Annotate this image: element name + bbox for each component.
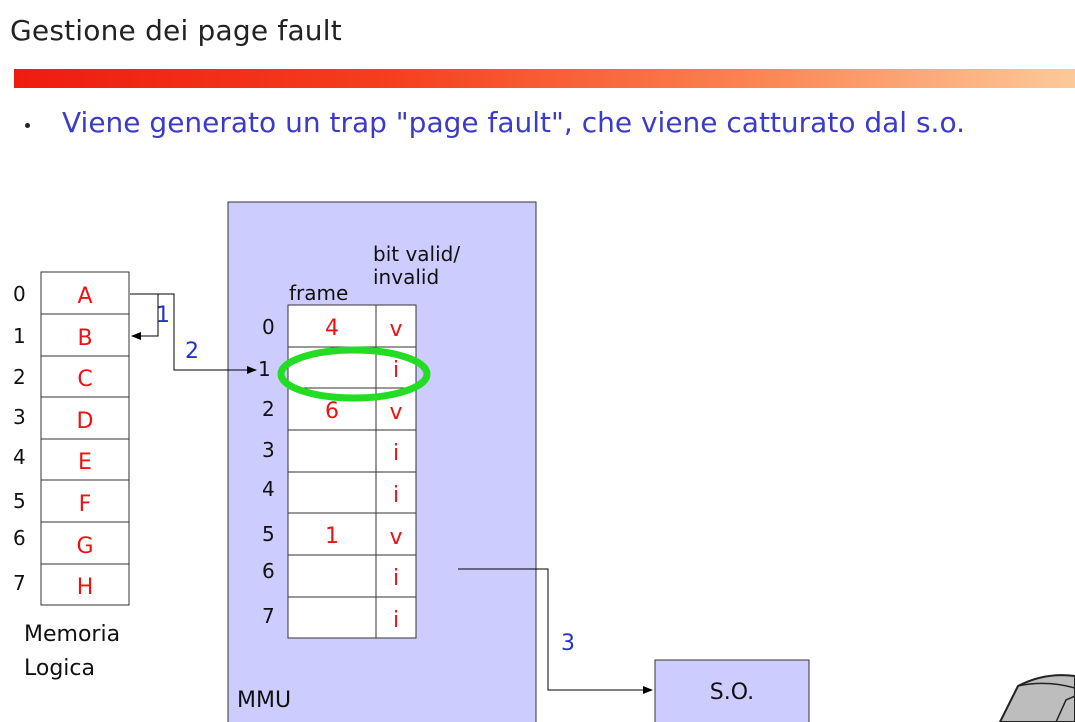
bit-value-5: v xyxy=(389,525,402,550)
page-fault-diagram: MMU bit valid/ invalid frame 0 1 2 3 4 5… xyxy=(13,201,1075,722)
os-label: S.O. xyxy=(710,680,754,705)
logical-cell-f: F xyxy=(79,492,92,517)
logical-index-6: 6 xyxy=(13,526,26,550)
page-index-1: 1 xyxy=(258,357,271,381)
page-index-4: 4 xyxy=(262,477,275,501)
bit-value-3: i xyxy=(393,441,399,466)
bit-value-7: i xyxy=(393,608,399,633)
logical-cell-e: E xyxy=(78,450,92,475)
logical-index-5: 5 xyxy=(13,489,26,513)
frame-value-0: 4 xyxy=(325,316,339,341)
logical-index-3: 3 xyxy=(13,405,26,429)
logical-memory-label-line2: Logica xyxy=(24,656,95,681)
bit-header-line1: bit valid/ xyxy=(373,242,460,266)
bit-value-2: v xyxy=(389,400,402,425)
logical-memory: 0 1 2 3 4 5 6 7 A B C D E F G H Memoria … xyxy=(13,271,130,681)
logical-index-0: 0 xyxy=(13,282,26,306)
bit-header-line2: invalid xyxy=(373,265,439,289)
page-index-0: 0 xyxy=(262,315,275,339)
page-index-5: 5 xyxy=(262,522,275,546)
logical-cell-h: H xyxy=(77,575,94,600)
bit-value-4: i xyxy=(393,483,399,508)
page-index-3: 3 xyxy=(262,438,275,462)
bit-value-6: i xyxy=(393,566,399,591)
logical-index-4: 4 xyxy=(13,445,26,469)
page-index-7: 7 xyxy=(262,604,275,628)
page-index-6: 6 xyxy=(262,559,275,583)
frame-value-5: 1 xyxy=(325,524,339,549)
page-index-2: 2 xyxy=(262,397,275,421)
logical-index-2: 2 xyxy=(13,365,26,389)
step2-label: 2 xyxy=(185,339,199,364)
logical-memory-label-line1: Memoria xyxy=(24,622,120,647)
logical-cell-d: D xyxy=(77,409,94,434)
step1-label: 1 xyxy=(156,303,170,328)
logical-cell-b: B xyxy=(77,326,92,351)
logical-index-7: 7 xyxy=(13,571,26,595)
step1-arrow xyxy=(130,293,159,340)
logical-cell-g: G xyxy=(76,534,93,559)
disk-icon xyxy=(998,674,1075,722)
frame-header: frame xyxy=(289,281,348,305)
logical-cell-c: C xyxy=(77,367,92,392)
logical-cell-a: A xyxy=(77,284,92,309)
bit-value-1: i xyxy=(393,358,399,383)
logical-index-1: 1 xyxy=(13,324,26,348)
step3-label: 3 xyxy=(561,631,575,656)
frame-value-2: 6 xyxy=(325,399,339,424)
mmu-label: MMU xyxy=(237,688,291,713)
bit-value-0: v xyxy=(389,317,402,342)
